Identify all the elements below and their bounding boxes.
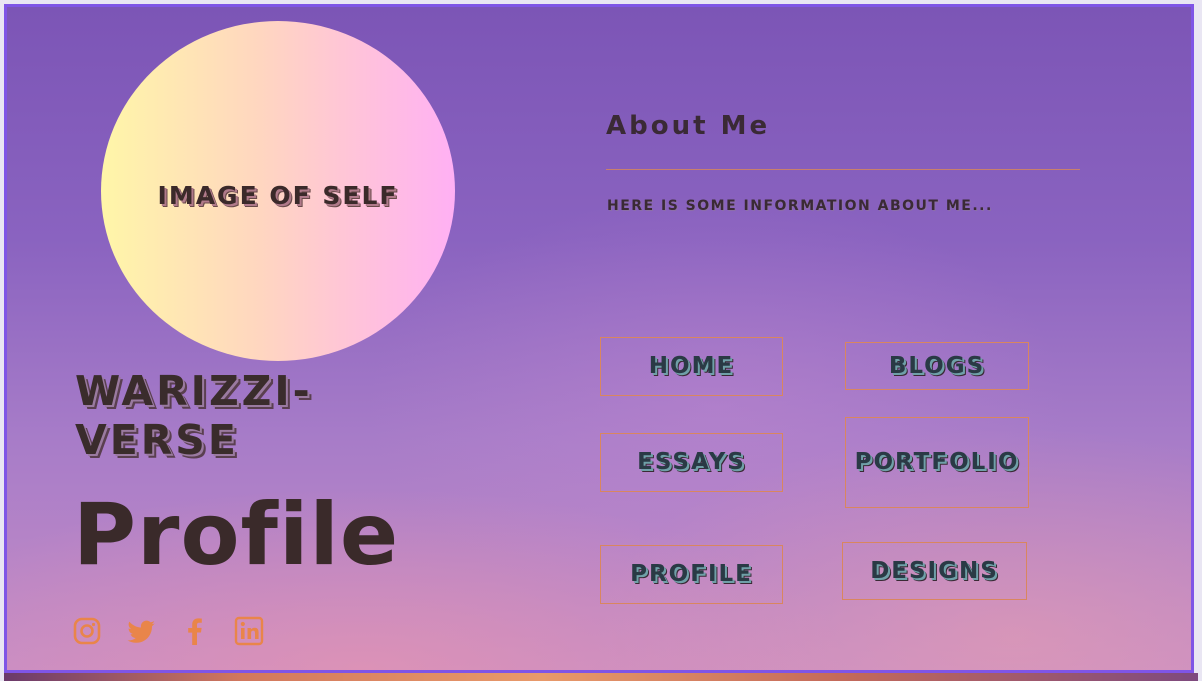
social-links bbox=[71, 615, 265, 647]
nav-home-button[interactable]: HOME bbox=[600, 337, 783, 396]
page-frame: IMAGE OF SELF WARIZZI-VERSE Profile Abou… bbox=[4, 4, 1194, 673]
twitter-icon[interactable] bbox=[125, 615, 157, 647]
nav-designs-button[interactable]: DESIGNS bbox=[842, 542, 1027, 600]
profile-image-label: IMAGE OF SELF bbox=[157, 180, 399, 210]
linkedin-icon[interactable] bbox=[233, 615, 265, 647]
nav-portfolio-button[interactable]: PORTFOLIO bbox=[845, 417, 1029, 508]
about-divider bbox=[606, 169, 1080, 170]
about-title: About Me bbox=[606, 111, 771, 141]
instagram-icon[interactable] bbox=[71, 615, 103, 647]
site-name: WARIZZI-VERSE bbox=[75, 367, 313, 464]
page-title: Profile bbox=[73, 485, 400, 585]
facebook-icon[interactable] bbox=[179, 615, 211, 647]
nav-profile-button[interactable]: PROFILE bbox=[600, 545, 783, 604]
nav-blogs-button[interactable]: BLOGS bbox=[845, 342, 1029, 390]
profile-image-placeholder: IMAGE OF SELF bbox=[101, 21, 455, 361]
bottom-background-strip bbox=[4, 673, 1198, 681]
nav-essays-button[interactable]: ESSAYS bbox=[600, 433, 783, 492]
about-text: Here is some information about me... bbox=[607, 198, 993, 214]
